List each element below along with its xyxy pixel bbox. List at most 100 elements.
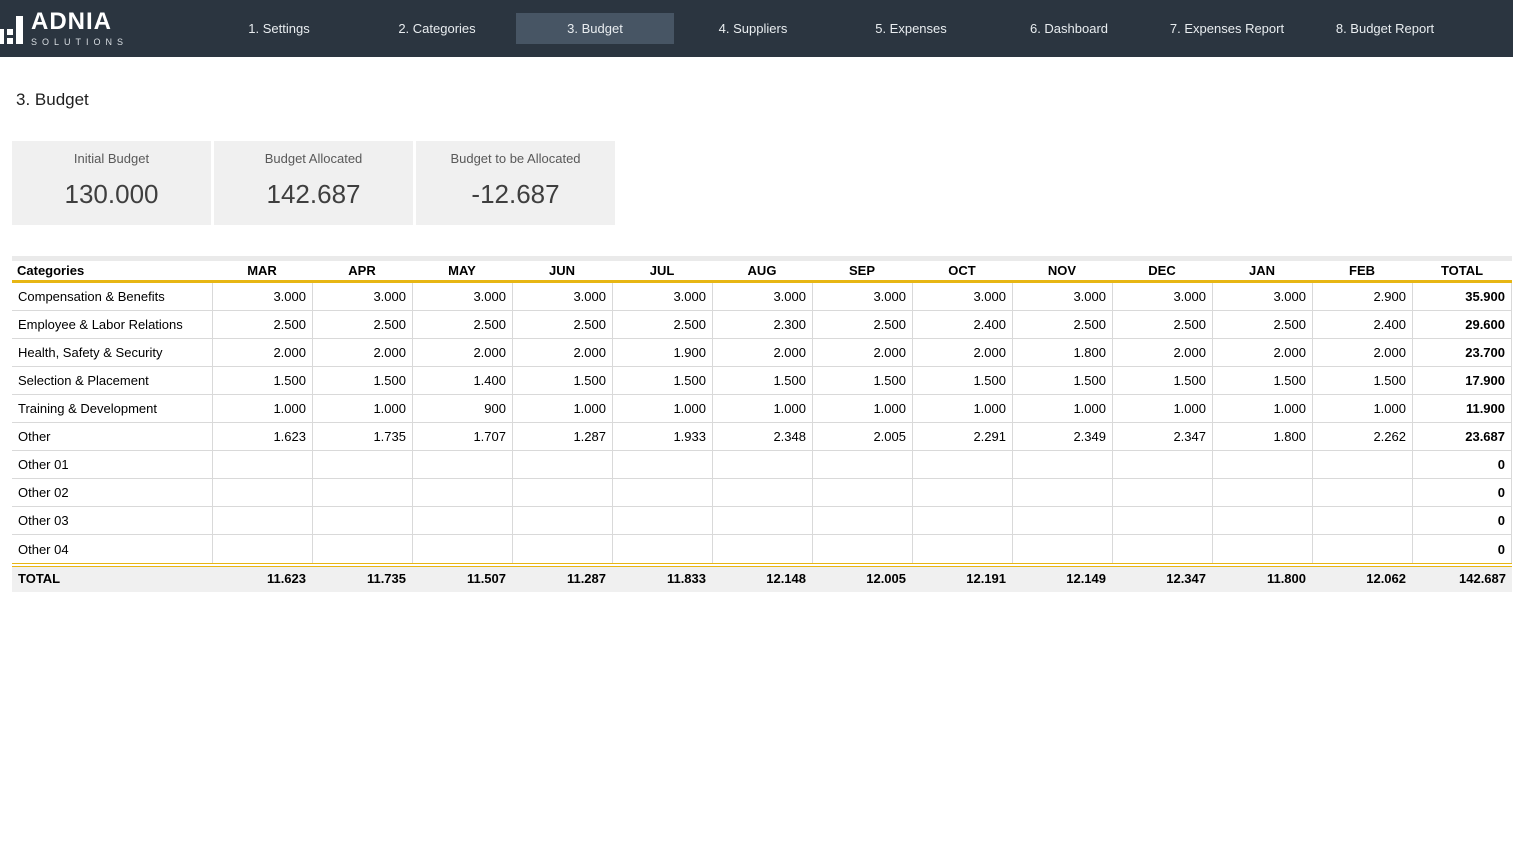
budget-cell[interactable]: 3.000	[912, 283, 1012, 311]
budget-cell[interactable]	[312, 479, 412, 507]
budget-cell[interactable]: 2.500	[212, 311, 312, 339]
budget-cell[interactable]: 3.000	[1212, 283, 1312, 311]
category-cell[interactable]: Compensation & Benefits	[12, 283, 212, 311]
budget-cell[interactable]: 2.262	[1312, 423, 1412, 451]
nav-tab-5-expenses[interactable]: 5. Expenses	[832, 13, 990, 44]
budget-cell[interactable]: 2.500	[1112, 311, 1212, 339]
category-cell[interactable]: Other 03	[12, 507, 212, 535]
nav-tab-1-settings[interactable]: 1. Settings	[200, 13, 358, 44]
budget-cell[interactable]	[312, 535, 412, 563]
budget-cell[interactable]	[1312, 507, 1412, 535]
category-cell[interactable]: Selection & Placement	[12, 367, 212, 395]
budget-cell[interactable]	[312, 451, 412, 479]
budget-cell[interactable]	[1212, 507, 1312, 535]
budget-cell[interactable]: 2.000	[1312, 339, 1412, 367]
budget-cell[interactable]	[1012, 507, 1112, 535]
budget-cell[interactable]: 1.000	[812, 395, 912, 423]
budget-cell[interactable]	[412, 479, 512, 507]
budget-cell[interactable]: 2.000	[712, 339, 812, 367]
budget-cell[interactable]: 2.000	[412, 339, 512, 367]
budget-cell[interactable]	[1312, 451, 1412, 479]
budget-cell[interactable]	[512, 507, 612, 535]
budget-cell[interactable]: 2.500	[512, 311, 612, 339]
budget-cell[interactable]	[712, 507, 812, 535]
budget-cell[interactable]	[412, 507, 512, 535]
category-cell[interactable]: Health, Safety & Security	[12, 339, 212, 367]
nav-tab-4-suppliers[interactable]: 4. Suppliers	[674, 13, 832, 44]
budget-cell[interactable]: 2.000	[512, 339, 612, 367]
budget-cell[interactable]: 1.000	[912, 395, 1012, 423]
budget-cell[interactable]: 2.400	[912, 311, 1012, 339]
budget-cell[interactable]: 1.500	[812, 367, 912, 395]
budget-cell[interactable]	[1212, 451, 1312, 479]
budget-cell[interactable]: 1.000	[1312, 395, 1412, 423]
budget-cell[interactable]: 2.500	[412, 311, 512, 339]
budget-cell[interactable]: 1.287	[512, 423, 612, 451]
budget-cell[interactable]: 2.500	[812, 311, 912, 339]
budget-cell[interactable]: 3.000	[812, 283, 912, 311]
budget-cell[interactable]: 3.000	[212, 283, 312, 311]
budget-cell[interactable]	[912, 451, 1012, 479]
budget-cell[interactable]	[812, 535, 912, 563]
budget-cell[interactable]	[512, 451, 612, 479]
budget-cell[interactable]: 3.000	[1012, 283, 1112, 311]
budget-cell[interactable]: 1.400	[412, 367, 512, 395]
budget-cell[interactable]: 2.000	[812, 339, 912, 367]
budget-cell[interactable]	[812, 451, 912, 479]
budget-cell[interactable]	[812, 507, 912, 535]
budget-cell[interactable]: 1.500	[512, 367, 612, 395]
nav-tab-6-dashboard[interactable]: 6. Dashboard	[990, 13, 1148, 44]
category-cell[interactable]: Other 04	[12, 535, 212, 563]
budget-cell[interactable]: 1.933	[612, 423, 712, 451]
budget-cell[interactable]	[412, 535, 512, 563]
budget-cell[interactable]: 2.347	[1112, 423, 1212, 451]
budget-cell[interactable]: 1.500	[612, 367, 712, 395]
budget-cell[interactable]: 2.900	[1312, 283, 1412, 311]
budget-cell[interactable]	[512, 535, 612, 563]
nav-tab-2-categories[interactable]: 2. Categories	[358, 13, 516, 44]
budget-cell[interactable]: 3.000	[712, 283, 812, 311]
budget-cell[interactable]: 2.400	[1312, 311, 1412, 339]
budget-cell[interactable]: 3.000	[412, 283, 512, 311]
category-cell[interactable]: Other	[12, 423, 212, 451]
budget-cell[interactable]	[1112, 535, 1212, 563]
budget-cell[interactable]	[1312, 535, 1412, 563]
budget-cell[interactable]	[212, 507, 312, 535]
budget-cell[interactable]	[212, 479, 312, 507]
category-cell[interactable]: Other 02	[12, 479, 212, 507]
budget-cell[interactable]: 1.000	[1112, 395, 1212, 423]
budget-cell[interactable]	[212, 451, 312, 479]
budget-cell[interactable]: 1.000	[712, 395, 812, 423]
budget-cell[interactable]	[1012, 479, 1112, 507]
budget-cell[interactable]	[712, 479, 812, 507]
budget-cell[interactable]: 1.500	[712, 367, 812, 395]
budget-cell[interactable]	[1112, 507, 1212, 535]
budget-cell[interactable]: 2.500	[312, 311, 412, 339]
budget-cell[interactable]: 2.000	[1112, 339, 1212, 367]
budget-cell[interactable]	[1012, 451, 1112, 479]
budget-cell[interactable]: 2.000	[212, 339, 312, 367]
budget-cell[interactable]	[912, 479, 1012, 507]
budget-cell[interactable]	[1112, 451, 1212, 479]
category-cell[interactable]: Training & Development	[12, 395, 212, 423]
budget-cell[interactable]: 1.735	[312, 423, 412, 451]
budget-cell[interactable]: 1.000	[512, 395, 612, 423]
budget-cell[interactable]: 3.000	[512, 283, 612, 311]
budget-cell[interactable]: 2.500	[612, 311, 712, 339]
category-cell[interactable]: Employee & Labor Relations	[12, 311, 212, 339]
budget-cell[interactable]: 1.500	[312, 367, 412, 395]
nav-tab-7-expenses-report[interactable]: 7. Expenses Report	[1148, 13, 1306, 44]
budget-cell[interactable]	[412, 451, 512, 479]
budget-cell[interactable]: 2.000	[912, 339, 1012, 367]
budget-cell[interactable]	[612, 451, 712, 479]
category-cell[interactable]: Other 01	[12, 451, 212, 479]
budget-cell[interactable]: 1.500	[912, 367, 1012, 395]
budget-cell[interactable]: 2.005	[812, 423, 912, 451]
budget-cell[interactable]	[1312, 479, 1412, 507]
budget-cell[interactable]: 2.349	[1012, 423, 1112, 451]
budget-cell[interactable]: 900	[412, 395, 512, 423]
budget-cell[interactable]	[1012, 535, 1112, 563]
budget-cell[interactable]: 2.291	[912, 423, 1012, 451]
budget-cell[interactable]: 1.500	[1212, 367, 1312, 395]
budget-cell[interactable]	[912, 507, 1012, 535]
